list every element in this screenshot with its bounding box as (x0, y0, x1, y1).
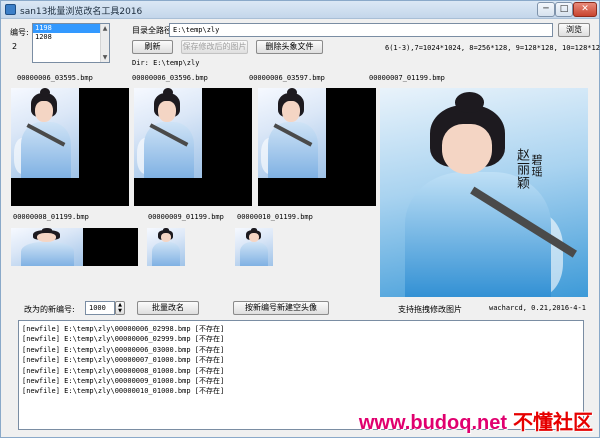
log-line: [newfile] E:\temp\zly\00000008_01000.bmp… (22, 366, 225, 375)
path-input[interactable]: E:\temp\zly (169, 23, 553, 37)
id-listbox[interactable]: 1198 1208 ▲ ▼ (32, 23, 110, 63)
log-line: [newfile] E:\temp\zly\00000006_03000.bmp… (22, 345, 225, 354)
watermark-url: www.budoq.net (358, 412, 507, 434)
dir-text: Dir: E:\temp\zly (132, 59, 200, 67)
title-bar[interactable]: san13批量浏览改名工具2016 ─ □ ✕ (1, 1, 599, 19)
thumbnail-image[interactable] (11, 228, 138, 266)
new-headshot-button[interactable]: 按新编号新建空头像 (233, 301, 329, 315)
site-watermark: www.budoq.net 不懂社区 (359, 406, 593, 435)
thumb-filename: 00000006_03595.bmp (17, 74, 93, 82)
size-info: 6(1-3),7=1024*1024, 8=256*128, 9=128*128… (385, 44, 600, 52)
listbox-scrollbar[interactable]: ▲ ▼ (100, 24, 109, 62)
watermark-cn: 不懂社区 (513, 412, 593, 434)
thumb-filename: 00000006_03596.bmp (132, 74, 208, 82)
close-button[interactable]: ✕ (573, 2, 597, 17)
batch-rename-button[interactable]: 批量改名 (137, 301, 199, 315)
log-line: [newfile] E:\temp\zly\00000007_01000.bmp… (22, 356, 225, 365)
thumb-filename: 00000008_01199.bmp (13, 213, 89, 221)
thumbnail-image[interactable] (134, 88, 252, 206)
app-icon (5, 4, 16, 15)
id-label: 编号: (10, 28, 29, 37)
log-line: [newfile] E:\temp\zly\00000010_01000.bmp… (22, 387, 225, 396)
large-preview-image[interactable]: 赵丽颖 碧瑶 (380, 88, 588, 297)
thumbnail-image[interactable] (235, 228, 273, 266)
log-line: [newfile] E:\temp\zly\00000006_02999.bmp… (22, 335, 225, 344)
thumbnail-image[interactable] (147, 228, 185, 266)
scroll-up-arrow-icon[interactable]: ▲ (101, 24, 109, 33)
spin-down-icon[interactable]: ▼ (116, 308, 124, 314)
list-item[interactable]: 1208 (33, 33, 109, 42)
thumb-filename: 00000006_03597.bmp (249, 74, 325, 82)
log-line: [newfile] E:\temp\zly\00000006_02998.bmp… (22, 325, 225, 333)
thumbnail-image[interactable] (11, 88, 129, 206)
new-id-spinner[interactable]: ▲ ▼ (115, 301, 125, 315)
credit-text: wacharcd, 0.21,2016-4-1 (489, 304, 586, 312)
window-title: san13批量浏览改名工具2016 (20, 7, 143, 17)
scroll-down-arrow-icon[interactable]: ▼ (101, 53, 109, 62)
thumbnail-image[interactable] (258, 88, 376, 206)
delete-headshot-button[interactable]: 删除头象文件 (256, 40, 323, 54)
log-line: [newfile] E:\temp\zly\00000009_01000.bmp… (22, 377, 225, 386)
minimize-button[interactable]: ─ (537, 2, 555, 17)
maximize-button[interactable]: □ (555, 2, 573, 17)
thumb-filename: 00000007_01199.bmp (369, 74, 445, 82)
thumb-filename: 00000009_01199.bmp (148, 213, 224, 221)
refresh-button[interactable]: 刷新 (132, 40, 173, 54)
app-window: san13批量浏览改名工具2016 ─ □ ✕ 编号: 2 1198 1208 … (0, 0, 600, 438)
thumb-filename: 00000010_01199.bmp (237, 213, 313, 221)
drag-hint: 支持拖拽修改图片 (398, 305, 462, 314)
save-modified-button[interactable]: 保存修改后的图片 (181, 40, 248, 54)
new-id-input[interactable]: 1000 (85, 301, 115, 315)
id-count: 2 (12, 42, 18, 51)
preview-calligraphy-role: 碧瑶 (530, 154, 543, 178)
new-id-label: 改为的新编号: (24, 305, 75, 314)
path-label: 目录全路径 (132, 26, 172, 35)
list-item[interactable]: 1198 (33, 24, 109, 33)
browse-button[interactable]: 浏览 (558, 23, 590, 37)
